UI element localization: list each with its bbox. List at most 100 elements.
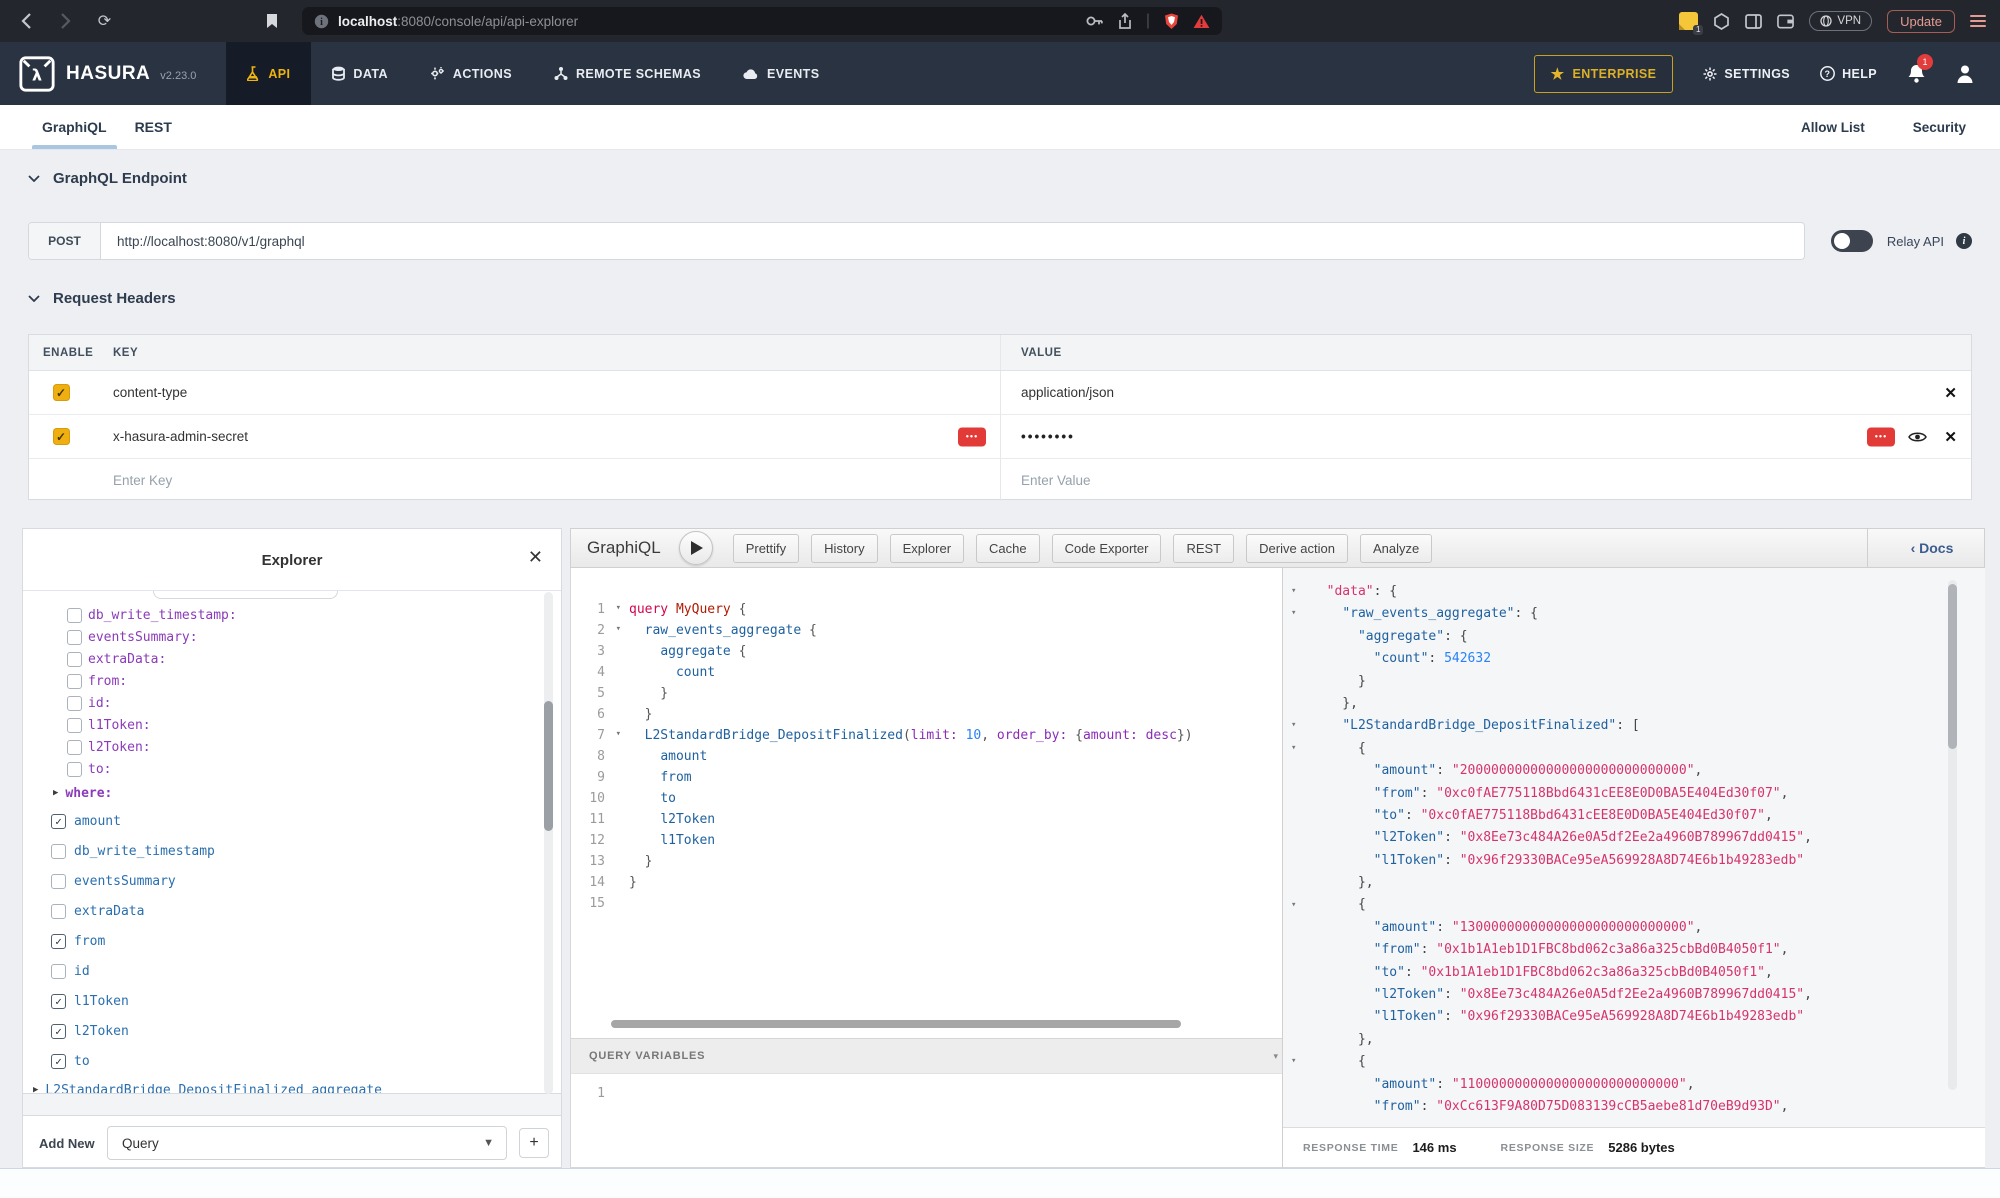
toolbar-button-derive-action[interactable]: Derive action <box>1246 534 1348 563</box>
checkbox-icon[interactable] <box>51 904 66 919</box>
explorer-scrollbar-track[interactable] <box>544 592 553 1094</box>
fold-icon[interactable]: ▾ <box>1291 743 1296 753</box>
docs-link[interactable]: ‹ Docs <box>1880 540 1984 556</box>
toolbar-button-rest[interactable]: REST <box>1173 534 1234 563</box>
enterprise-button[interactable]: ★ ENTERPRISE <box>1534 55 1674 93</box>
explorer-field-id[interactable]: id <box>23 956 561 986</box>
nav-item-events[interactable]: EVENTS <box>722 42 840 105</box>
horizontal-scrollbar-thumb[interactable] <box>611 1020 1181 1028</box>
explorer-field-from[interactable]: ✓from <box>23 926 561 956</box>
explorer-scrollbar-thumb[interactable] <box>544 701 553 831</box>
nav-item-api[interactable]: API <box>226 42 311 105</box>
notifications-bell[interactable]: 1 <box>1907 63 1926 84</box>
saved-password-key-icon[interactable] <box>1086 15 1104 27</box>
query-editor[interactable]: 1▾2▾34567▾89101112131415 query MyQuery {… <box>570 568 1282 1168</box>
sidebar-icon[interactable] <box>1745 13 1762 30</box>
tab-rest[interactable]: REST <box>121 105 186 149</box>
explorer-argument-l1Token[interactable]: l1Token: <box>23 714 561 736</box>
notes-icon[interactable]: 1 <box>1679 12 1698 30</box>
back-icon[interactable] <box>18 13 35 30</box>
checkbox-icon[interactable] <box>51 874 66 889</box>
secret-pill-icon[interactable]: ••• <box>958 427 986 446</box>
address-bar[interactable]: i localhost:8080/console/api/api-explore… <box>302 7 1222 35</box>
bookmark-icon[interactable] <box>263 13 280 30</box>
tab-graphiql[interactable]: GraphiQL <box>28 105 121 149</box>
expand-arrow-icon[interactable]: ▶ <box>33 1085 38 1094</box>
fold-icon[interactable]: ▾ <box>1291 720 1296 730</box>
update-button[interactable]: Update <box>1887 10 1955 33</box>
security-link[interactable]: Security <box>1913 120 1966 135</box>
remove-header-icon[interactable]: ✕ <box>1944 384 1957 402</box>
reveal-eye-icon[interactable] <box>1908 430 1927 443</box>
explorer-argument-from[interactable]: from: <box>23 670 561 692</box>
info-icon[interactable]: i <box>1956 233 1972 249</box>
fold-icon[interactable]: ▾ <box>1291 608 1296 618</box>
checkbox-icon[interactable] <box>67 740 82 755</box>
fold-icon[interactable]: ▾ <box>1291 586 1296 596</box>
settings-link[interactable]: SETTINGS <box>1703 67 1790 81</box>
warning-triangle-icon[interactable] <box>1193 14 1210 29</box>
browser-menu-icon[interactable] <box>1970 12 1986 30</box>
explorer-argument-to[interactable]: to: <box>23 758 561 780</box>
checkbox-icon[interactable] <box>51 844 66 859</box>
header-value-input[interactable]: •••••••• ••• ✕ <box>1000 415 1971 458</box>
fold-icon[interactable]: ▾ <box>616 729 621 739</box>
reload-icon[interactable]: ⟳ <box>96 13 113 30</box>
explorer-field-db_write_timestamp[interactable]: db_write_timestamp <box>23 836 561 866</box>
wallet-icon[interactable] <box>1777 13 1794 30</box>
checkbox-icon[interactable] <box>67 652 82 667</box>
header-key-input[interactable]: content-type <box>93 371 1000 414</box>
checkbox-icon[interactable]: ✓ <box>51 1054 66 1069</box>
explorer-field-eventsSummary[interactable]: eventsSummary <box>23 866 561 896</box>
checkbox-icon[interactable] <box>67 674 82 689</box>
explorer-argument-id[interactable]: id: <box>23 692 561 714</box>
new-header-key-input[interactable]: Enter Key <box>93 459 1000 501</box>
toolbar-button-history[interactable]: History <box>811 534 877 563</box>
secret-pill-icon[interactable]: ••• <box>1867 427 1895 446</box>
fold-icon[interactable]: ▾ <box>1291 900 1296 910</box>
new-header-value-input[interactable]: Enter Value <box>1000 459 1971 501</box>
leo-ai-icon[interactable] <box>1713 13 1730 30</box>
toolbar-button-prettify[interactable]: Prettify <box>733 534 799 563</box>
checkbox-icon[interactable] <box>67 696 82 711</box>
endpoint-url-input[interactable]: http://localhost:8080/v1/graphql <box>101 223 305 259</box>
user-avatar-icon[interactable] <box>1956 64 1974 84</box>
header-key-input[interactable]: x-hasura-admin-secret ••• <box>93 415 1000 458</box>
query-code-area[interactable]: 1▾2▾34567▾89101112131415 query MyQuery {… <box>571 568 1282 1038</box>
checkbox-icon[interactable] <box>67 630 82 645</box>
checkbox-icon[interactable]: ✓ <box>51 814 66 829</box>
explorer-argument-db_write_timestamp[interactable]: db_write_timestamp: <box>23 604 561 626</box>
explorer-field-to[interactable]: ✓to <box>23 1046 561 1076</box>
toolbar-button-analyze[interactable]: Analyze <box>1360 534 1432 563</box>
nav-item-remote-schemas[interactable]: REMOTE SCHEMAS <box>533 42 722 105</box>
fold-icon[interactable]: ▾ <box>1291 1056 1296 1066</box>
checkbox-icon[interactable] <box>51 964 66 979</box>
nav-item-actions[interactable]: ACTIONS <box>409 42 533 105</box>
explorer-root-field[interactable]: ▶L2StandardBridge_DepositFinalized_aggre… <box>23 1076 561 1094</box>
request-headers-heading[interactable]: Request Headers <box>28 290 176 307</box>
help-link[interactable]: ? HELP <box>1820 66 1877 81</box>
brave-shield-icon[interactable] <box>1164 13 1179 30</box>
header-value-input[interactable]: application/json ✕ <box>1000 371 1971 414</box>
fold-icon[interactable]: ▾ <box>616 603 621 613</box>
nav-item-data[interactable]: DATA <box>311 42 408 105</box>
site-info-icon[interactable]: i <box>314 14 329 29</box>
fold-icon[interactable]: ▾ <box>616 624 621 634</box>
share-icon[interactable] <box>1118 13 1132 30</box>
remove-header-icon[interactable]: ✕ <box>1944 428 1957 446</box>
query-variables-header[interactable]: QUERY VARIABLES ▾ <box>571 1038 1282 1074</box>
explorer-argument-extraData[interactable]: extraData: <box>23 648 561 670</box>
checkbox-icon[interactable]: ✓ <box>51 934 66 949</box>
explorer-argument-l2Token[interactable]: l2Token: <box>23 736 561 758</box>
toolbar-button-cache[interactable]: Cache <box>976 534 1040 563</box>
checkbox-icon[interactable] <box>67 762 82 777</box>
explorer-argument-eventsSummary[interactable]: eventsSummary: <box>23 626 561 648</box>
explorer-field-l2Token[interactable]: ✓l2Token <box>23 1016 561 1046</box>
execute-query-button[interactable] <box>679 531 713 565</box>
expand-arrow-icon[interactable]: ▶ <box>53 788 58 798</box>
explorer-field-l1Token[interactable]: ✓l1Token <box>23 986 561 1016</box>
explorer-field-extraData[interactable]: extraData <box>23 896 561 926</box>
checkbox-icon[interactable]: ✓ <box>51 1024 66 1039</box>
hasura-logo[interactable]: λ HASURA v2.23.0 <box>0 42 196 105</box>
explorer-argument-where[interactable]: ▶where: <box>23 780 561 806</box>
